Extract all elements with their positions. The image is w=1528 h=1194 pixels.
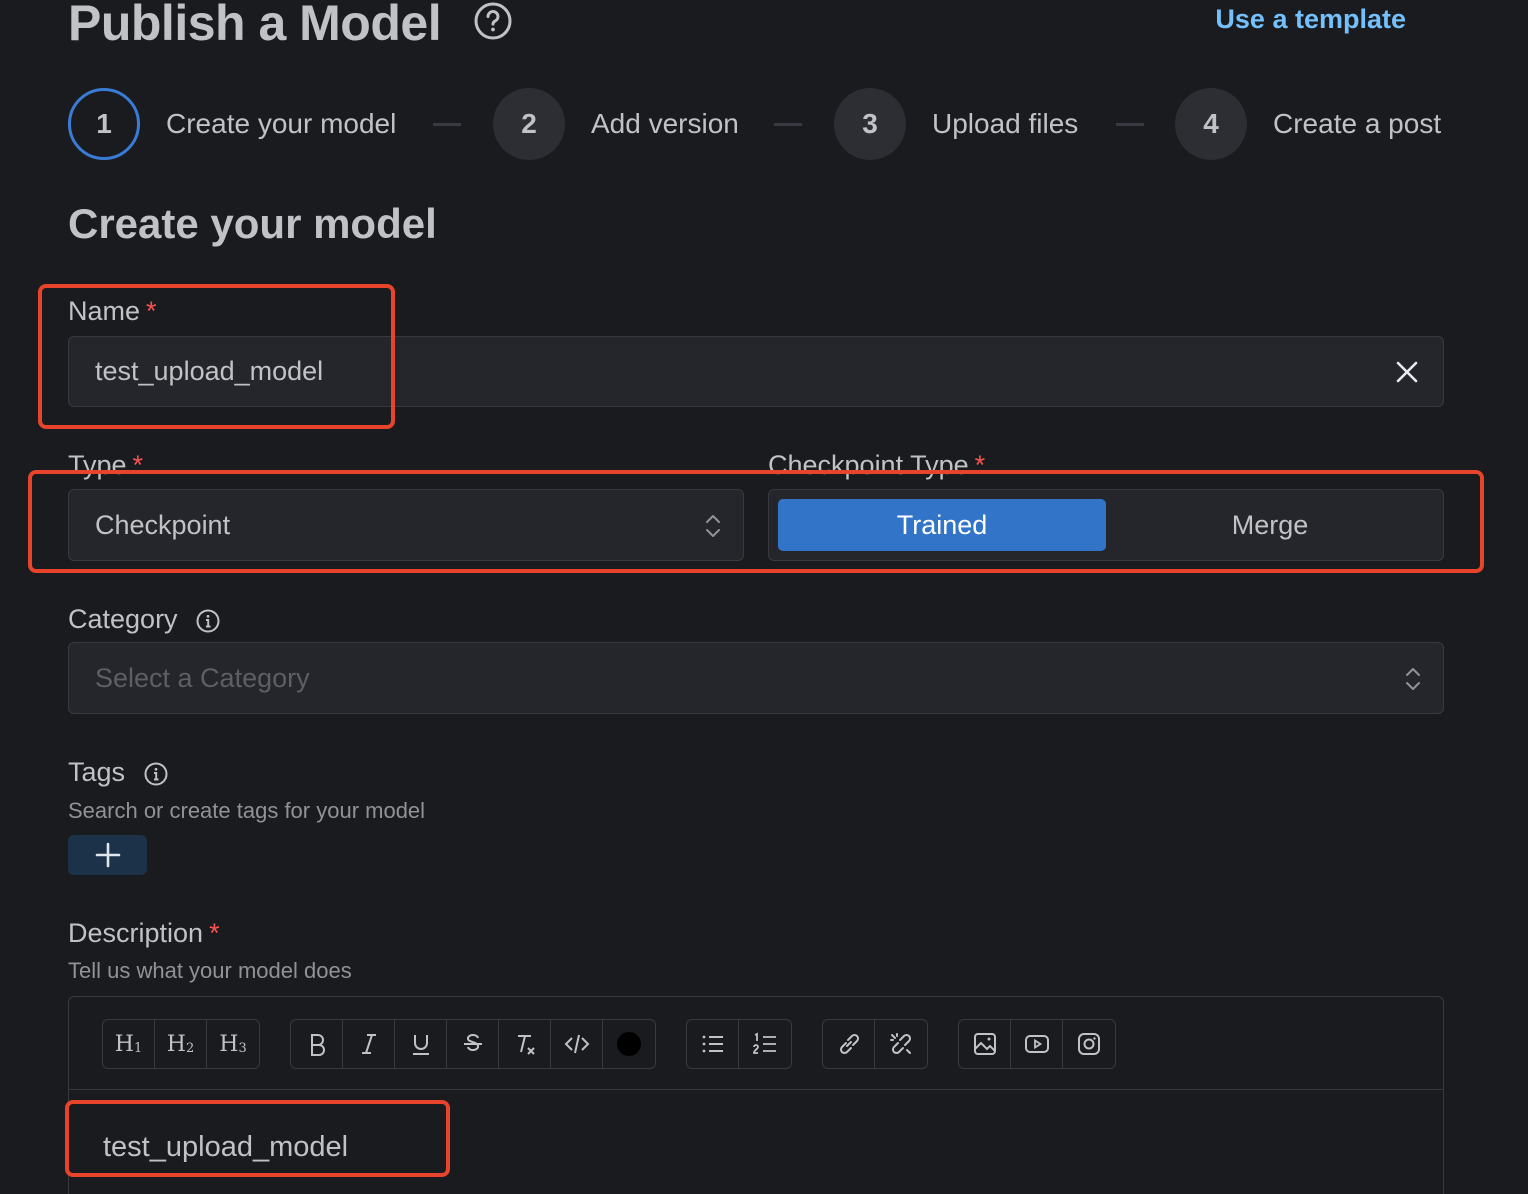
required-mark: * [209, 918, 220, 948]
step-create-model[interactable]: 1 Create your model [68, 88, 396, 160]
step-number: 4 [1175, 88, 1247, 160]
stepper: 1 Create your model 2 Add version 3 Uplo… [68, 88, 1468, 160]
category-placeholder: Select a Category [95, 662, 310, 693]
type-label: Type * [68, 450, 143, 481]
step-separator [433, 123, 461, 126]
ordered-list-icon [753, 1032, 776, 1054]
type-select-value: Checkpoint [95, 509, 231, 540]
bullet-list-button[interactable] [687, 1020, 739, 1068]
heading-3-button[interactable]: H3 [207, 1020, 259, 1068]
tags-label: Tags [68, 757, 169, 788]
italic-icon [361, 1034, 376, 1054]
segment-merge[interactable]: Merge [1106, 499, 1434, 551]
step-label: Create a post [1273, 108, 1442, 139]
required-mark: * [132, 450, 144, 480]
info-icon[interactable] [143, 761, 169, 787]
step-label: Add version [591, 108, 739, 139]
required-mark: * [974, 450, 986, 480]
instagram-button[interactable] [1063, 1020, 1115, 1068]
description-hint: Tell us what your model does [68, 958, 352, 983]
formatting-group [290, 1019, 656, 1069]
underline-button[interactable] [395, 1020, 447, 1068]
color-swatch [617, 1032, 641, 1056]
category-label-text: Category [68, 604, 178, 634]
youtube-icon [1024, 1035, 1049, 1053]
instagram-icon [1078, 1033, 1100, 1055]
heading-2-button[interactable]: H2 [155, 1020, 207, 1068]
step-upload-files[interactable]: 3 Upload files [834, 88, 1078, 160]
plus-icon [95, 842, 120, 868]
step-add-version[interactable]: 2 Add version [493, 88, 739, 160]
link-icon [839, 1033, 859, 1055]
code-button[interactable] [551, 1020, 603, 1068]
heading-1-button[interactable]: H1 [103, 1020, 155, 1068]
description-label-text: Description [68, 918, 204, 948]
name-label-text: Name [68, 296, 141, 326]
step-separator [1116, 123, 1144, 126]
help-icon[interactable] [473, 1, 513, 41]
tags-label-text: Tags [68, 757, 126, 787]
info-icon[interactable] [195, 608, 221, 634]
category-label: Category [68, 604, 221, 635]
type-label-text: Type [68, 450, 127, 480]
selector-chevron-icon [706, 515, 720, 537]
color-picker-button[interactable] [603, 1020, 655, 1068]
category-select[interactable]: Select a Category [68, 642, 1444, 714]
rich-text-editor: H1 H2 H3 test_upload_model [68, 996, 1444, 1194]
image-icon [973, 1033, 996, 1055]
description-label: Description * [68, 918, 220, 949]
ordered-list-button[interactable] [739, 1020, 791, 1068]
use-template-link[interactable]: Use a template [1215, 4, 1406, 35]
name-input-value: test_upload_model [95, 356, 324, 386]
italic-button[interactable] [343, 1020, 395, 1068]
toolbar-divider [69, 1089, 1443, 1090]
checkpoint-type-label: Checkpoint Type * [768, 450, 985, 481]
unlink-button[interactable] [875, 1020, 927, 1068]
bold-icon [310, 1034, 325, 1056]
add-tag-button[interactable] [68, 835, 147, 875]
code-icon [564, 1034, 589, 1054]
checkpoint-type-label-text: Checkpoint Type [768, 450, 969, 480]
unlink-icon [890, 1033, 912, 1055]
strikethrough-icon [463, 1033, 482, 1052]
required-mark: * [146, 296, 157, 326]
selector-chevron-icon [1406, 668, 1420, 690]
type-select[interactable]: Checkpoint [68, 489, 744, 561]
description-content[interactable]: test_upload_model [103, 1131, 348, 1164]
tags-hint: Search or create tags for your model [68, 798, 426, 823]
step-label: Upload files [932, 108, 1079, 139]
segment-trained[interactable]: Trained [778, 499, 1106, 551]
step-separator [774, 123, 802, 126]
name-input[interactable]: test_upload_model [68, 336, 1444, 407]
bullet-list-icon [702, 1035, 723, 1053]
link-button[interactable] [823, 1020, 875, 1068]
step-create-post[interactable]: 4 Create a post [1175, 88, 1441, 160]
heading-group: H1 H2 H3 [102, 1019, 260, 1069]
section-title: Create your model [68, 200, 437, 247]
media-group [958, 1019, 1116, 1069]
underline-icon [412, 1035, 429, 1055]
image-button[interactable] [959, 1020, 1011, 1068]
page-title: Publish a Model [68, 0, 442, 51]
youtube-button[interactable] [1011, 1020, 1063, 1068]
clear-icon[interactable] [1393, 358, 1421, 386]
checkpoint-type-segmented-control: Trained Merge [768, 489, 1444, 561]
strikethrough-button[interactable] [447, 1020, 499, 1068]
step-number: 1 [68, 88, 140, 160]
name-label: Name * [68, 296, 157, 327]
step-number: 2 [493, 88, 565, 160]
clear-format-button[interactable] [499, 1020, 551, 1068]
link-group [822, 1019, 928, 1069]
step-number: 3 [834, 88, 906, 160]
step-label: Create your model [166, 108, 397, 139]
clear-format-icon [517, 1035, 535, 1055]
publish-model-page: Publish a Model Use a template 1 Create … [0, 0, 1528, 1194]
list-group [686, 1019, 792, 1069]
bold-button[interactable] [291, 1020, 343, 1068]
